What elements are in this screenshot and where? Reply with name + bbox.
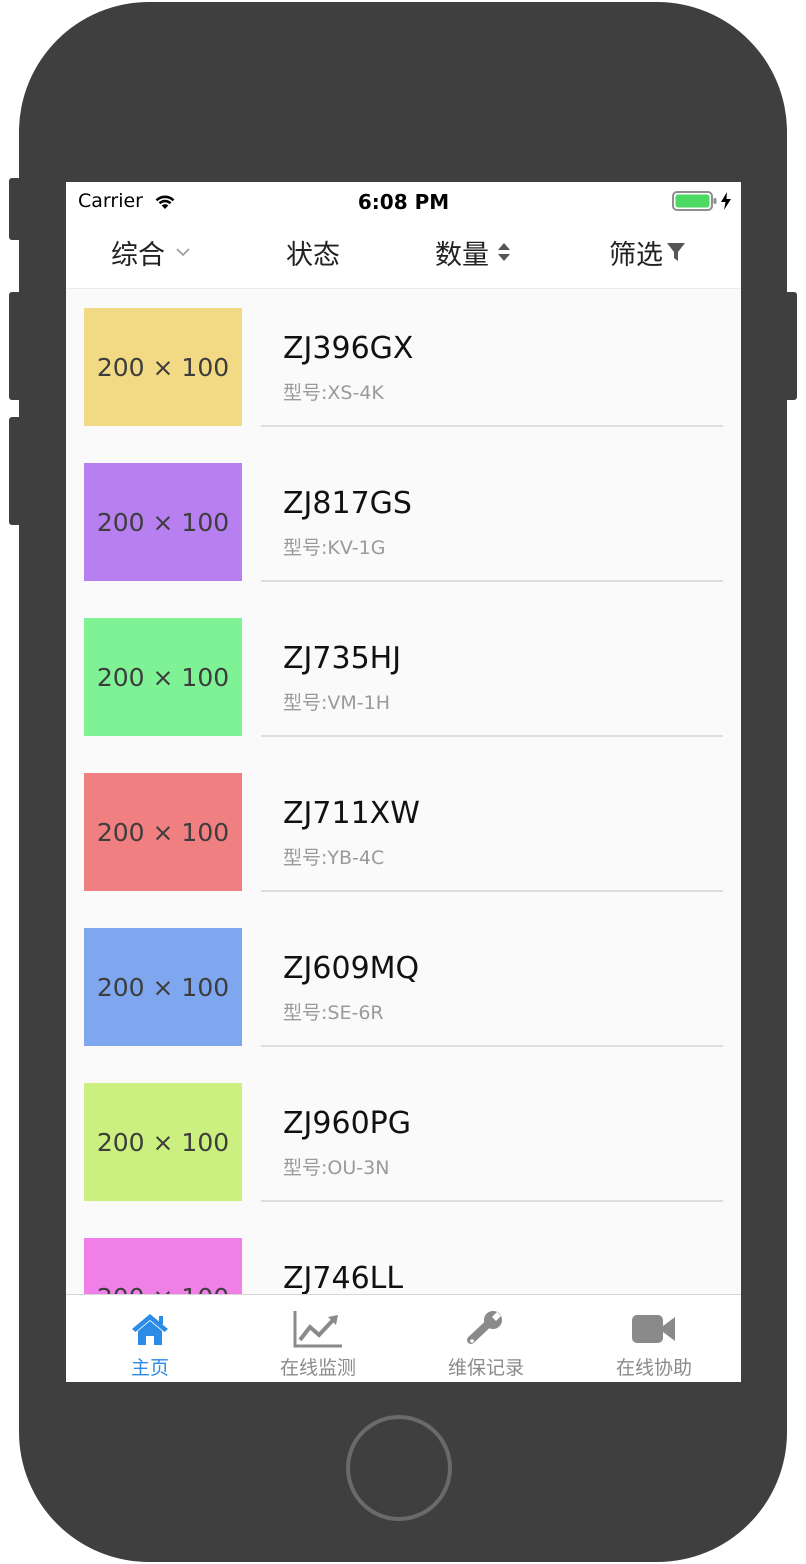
model-value: YB-4C <box>327 847 385 869</box>
row-divider <box>261 735 723 737</box>
filter-comprehensive-label: 综合 <box>111 239 165 271</box>
tab-bar: 主页 在线监测 维保记录 在线协助 <box>66 1294 741 1382</box>
thumbnail-image: 200 × 100 <box>84 928 242 1046</box>
sort-icon <box>489 242 511 262</box>
item-title: ZJ735HJ <box>283 641 402 676</box>
tab-online-monitoring-label: 在线监测 <box>279 1357 356 1379</box>
item-title: ZJ746LL <box>283 1261 404 1294</box>
thumbnail-label: 200 × 100 <box>96 352 230 382</box>
item-title: ZJ960PG <box>283 1106 411 1141</box>
thumbnail-image: 200 × 100 <box>84 773 242 891</box>
home-button[interactable] <box>346 1415 452 1521</box>
model-value: KV-1G <box>327 537 386 559</box>
model-prefix: 型号: <box>283 1002 328 1024</box>
tab-online-assistance[interactable]: 在线协助 <box>570 1295 738 1382</box>
filter-quantity[interactable]: 数量 <box>435 234 511 271</box>
tab-home-label: 主页 <box>130 1357 169 1379</box>
row-divider <box>261 1200 723 1202</box>
item-model: 型号:SE-6R <box>283 998 384 1025</box>
power-button <box>785 292 797 400</box>
list-item[interactable]: 200 × 100 ZJ746LL <box>66 1219 741 1294</box>
model-value: XS-4K <box>327 382 384 404</box>
tab-online-assistance-label: 在线协助 <box>615 1357 692 1379</box>
thumbnail-image: 200 × 100 <box>84 308 242 426</box>
video-camera-icon <box>631 1309 677 1349</box>
filter-bar: 综合 状态 数量 筛选 <box>66 220 741 289</box>
volume-up-button <box>9 292 21 400</box>
item-model: 型号:OU-3N <box>283 1153 389 1180</box>
thumbnail-image: 200 × 100 <box>84 618 242 736</box>
list-item[interactable]: 200 × 100 ZJ960PG 型号:OU-3N <box>66 1064 741 1219</box>
item-model: 型号:XS-4K <box>283 378 384 405</box>
app-screen: Carrier 6:08 PM 综合 状态 数量 筛选 200 × 100 ZJ… <box>66 182 741 1382</box>
row-divider <box>261 1045 723 1047</box>
filter-screen[interactable]: 筛选 <box>609 234 685 271</box>
wrench-icon <box>466 1309 506 1349</box>
tab-online-monitoring[interactable]: 在线监测 <box>234 1295 402 1382</box>
row-divider <box>261 580 723 582</box>
tab-maintenance-records[interactable]: 维保记录 <box>402 1295 570 1382</box>
thumbnail-label: 200 × 100 <box>96 817 230 847</box>
model-value: OU-3N <box>327 1157 390 1179</box>
filter-comprehensive[interactable]: 综合 <box>111 234 191 271</box>
thumbnail-label: 200 × 100 <box>96 1127 230 1157</box>
item-model: 型号:KV-1G <box>283 533 385 560</box>
thumbnail-image: 200 × 100 <box>84 463 242 581</box>
thumbnail-label: 200 × 100 <box>96 662 230 692</box>
filter-status-label: 状态 <box>286 239 340 271</box>
row-divider <box>261 425 723 427</box>
home-icon <box>130 1309 170 1349</box>
model-prefix: 型号: <box>283 692 328 714</box>
row-divider <box>261 890 723 892</box>
item-title: ZJ609MQ <box>283 951 420 986</box>
volume-down-button <box>9 417 21 525</box>
list-item[interactable]: 200 × 100 ZJ711XW 型号:YB-4C <box>66 754 741 909</box>
item-model: 型号:VM-1H <box>283 688 390 715</box>
tab-home[interactable]: 主页 <box>66 1295 234 1382</box>
status-time: 6:08 PM <box>357 190 450 214</box>
filter-quantity-label: 数量 <box>435 239 489 271</box>
item-title: ZJ817GS <box>283 486 412 521</box>
model-prefix: 型号: <box>283 1157 328 1179</box>
chevron-down-icon <box>165 246 191 258</box>
model-value: VM-1H <box>327 692 391 714</box>
model-prefix: 型号: <box>283 382 328 404</box>
list-item[interactable]: 200 × 100 ZJ817GS 型号:KV-1G <box>66 444 741 599</box>
product-list[interactable]: 200 × 100 ZJ396GX 型号:XS-4K 200 × 100 ZJ8… <box>66 289 741 1294</box>
filter-icon <box>663 242 685 262</box>
model-prefix: 型号: <box>283 537 328 559</box>
thumbnail-label: 200 × 100 <box>97 1283 229 1295</box>
item-model: 型号:YB-4C <box>283 843 384 870</box>
line-chart-icon <box>292 1309 344 1349</box>
thumbnail-label: 200 × 100 <box>96 507 230 537</box>
model-prefix: 型号: <box>283 847 328 869</box>
mute-switch <box>9 178 21 240</box>
filter-status[interactable]: 状态 <box>286 234 340 271</box>
status-right <box>672 191 731 211</box>
thumbnail-label: 200 × 100 <box>96 972 230 1002</box>
charging-bolt-icon <box>721 192 731 210</box>
list-item[interactable]: 200 × 100 ZJ396GX 型号:XS-4K <box>66 289 741 444</box>
thumbnail-image: 200 × 100 <box>84 1083 242 1201</box>
model-value: SE-6R <box>327 1002 384 1024</box>
filter-screen-label: 筛选 <box>609 239 663 271</box>
list-item[interactable]: 200 × 100 ZJ735HJ 型号:VM-1H <box>66 599 741 754</box>
battery-icon <box>672 191 718 211</box>
status-bar: Carrier 6:08 PM <box>66 182 741 220</box>
item-title: ZJ396GX <box>283 331 414 366</box>
tab-maintenance-records-label: 维保记录 <box>447 1357 524 1379</box>
thumbnail-image: 200 × 100 <box>84 1238 242 1294</box>
item-title: ZJ711XW <box>283 796 420 831</box>
list-item[interactable]: 200 × 100 ZJ609MQ 型号:SE-6R <box>66 909 741 1064</box>
